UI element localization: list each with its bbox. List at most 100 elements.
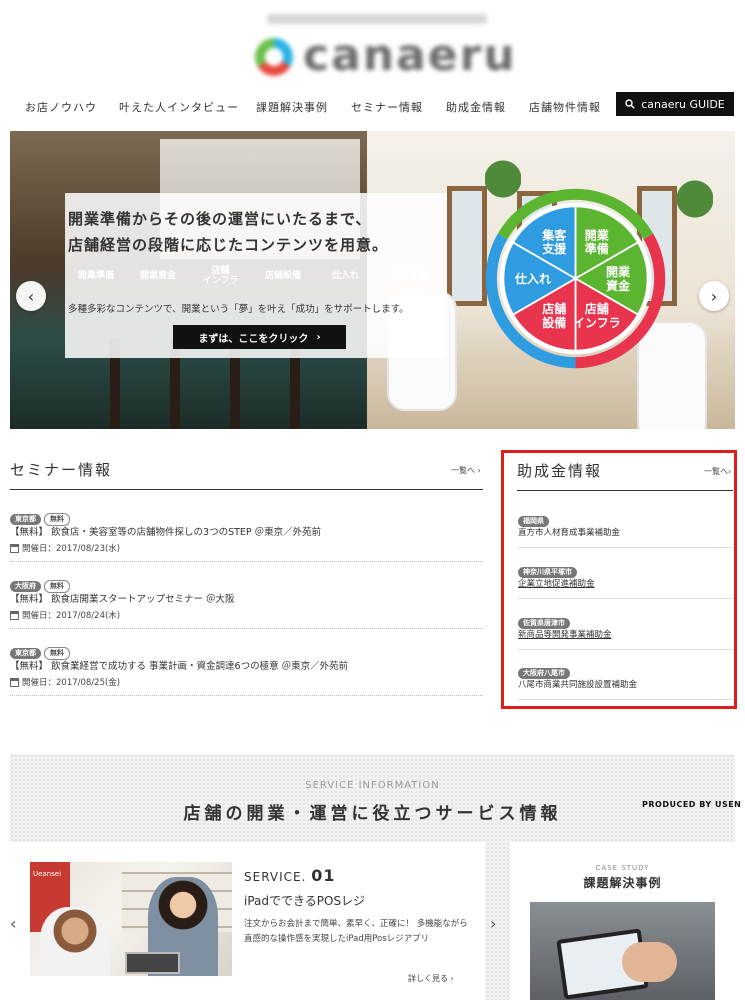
service-number: 01 [311,866,336,885]
seminar-item[interactable]: 東京都 無料 【無料】 飲食業経営で成功する 事業計画・資金調達6つの極意 ＠東京… [10,640,483,688]
chevron-right-icon: › [316,331,321,343]
calendar-icon [10,677,19,687]
service-section: SERVICE INFORMATION 店舗の開業・運営に役立つサービス情報 P… [10,754,741,1000]
service-title: iPadでできるPOSレジ [244,894,366,908]
seminar-more-label: 一覧へ [451,466,475,475]
chevron-right-icon: › [477,466,481,475]
grant-separator [518,649,732,650]
hero-carousel: 開業準備からその後の運営にいたるまで、 店舗経営の段階に応じたコンテンツを用意。… [10,131,735,429]
service-next-button[interactable]: › [490,914,496,933]
seminar-item[interactable]: 大阪府 無料 【無料】 飲食店開業スタートアップセミナー ＠大阪 開催日：2017… [10,573,483,621]
nav-item-property[interactable]: 店舗物件情報 [529,99,601,115]
grant-item[interactable]: 福岡県 直方市人材育成事業補助金 [518,508,732,538]
seminar-date-text: 開催日：2017/08/25(金) [22,678,121,688]
hero-headline-2: 店舗経営の段階に応じたコンテンツを用意。 [68,236,389,254]
logo-tagline [267,14,487,24]
global-nav: お店ノウハウ 叶えた人インタビュー 課題解決事例 セミナー情報 助成金情報 店舗… [0,92,745,120]
seminar-section-title: セミナー情報 [10,461,113,479]
seminar-date-text: 開催日：2017/08/24(木) [22,611,121,621]
service-photo: Ueansei [30,862,232,976]
grant-item[interactable]: 佐賀県唐津市 新商品等開発事業補助金 [518,610,732,640]
grant-section-title: 助成金情報 [517,462,603,480]
seminar-divider [10,489,483,490]
seminar-item-date: 開催日：2017/08/23(水) [10,542,120,554]
hero-cta-label: まずは、ここをクリック [198,333,309,345]
produced-by: PRODUCED BY USEN [642,800,742,809]
service-details-link[interactable]: 詳しく見る › [408,973,454,984]
grant-item-name[interactable]: 八尾市商業共同施設設置補助金 [518,678,637,690]
seminar-item-date: 開催日：2017/08/24(木) [10,609,120,621]
chevron-right-icon: › [490,914,497,933]
chevron-left-icon: ‹ [10,914,17,933]
wheel-slice-label: 開業資金 [606,264,631,293]
logo-mark-icon [255,38,293,76]
grant-more-label: 一覧へ [704,467,728,476]
case-study-title: 課題解決事例 [583,876,662,890]
carousel-prev-button[interactable]: ‹ [16,281,46,311]
grant-item-name[interactable]: 企業立地促進補助金 [518,577,595,589]
service-description: 注文からお会計まで簡単、素早く、正確に！ 多機能ながら直感的な操作感を実現したi… [244,919,468,944]
grant-separator [518,598,732,599]
grant-separator [518,547,732,548]
guide-button[interactable]: canaeru GUIDE [616,92,734,116]
chevron-right-icon: › [728,467,732,476]
chevron-right-icon: › [710,286,718,306]
wheel-slice-label: 集客支援 [541,227,567,256]
hero-description: 多種多彩なコンテンツで、開業という「夢」を叶え「成功」をサポートします。 [68,304,409,315]
service-kicker: SERVICE. 01 [244,866,336,885]
grant-item-name[interactable]: 直方市人材育成事業補助金 [518,526,620,538]
service-prev-button[interactable]: ‹ [10,914,16,933]
chevron-left-icon: ‹ [27,286,35,306]
service-eyebrow: SERVICE INFORMATION [305,780,440,791]
grant-more-link[interactable]: 一覧へ› [704,466,731,477]
grant-section: 助成金情報 一覧へ› 福岡県 直方市人材育成事業補助金 神奈川県平塚市 企業立地… [501,450,737,709]
seminar-date-text: 開催日：2017/08/23(水) [22,544,121,554]
calendar-icon [10,543,19,553]
hero-cta-button[interactable]: まずは、ここをクリック › [173,325,346,349]
guide-button-label: canaeru GUIDE [641,97,725,111]
seminar-separator [10,628,483,629]
seminar-item-title[interactable]: 【無料】 飲食業経営で成功する 事業計画・資金調達6つの極意 ＠東京／外苑前 [10,658,348,672]
chip-store-infra: 店舗 インフラ [202,266,239,286]
calendar-icon [10,610,19,620]
chevron-right-icon: › [450,974,454,983]
seminar-item-title[interactable]: 【無料】 飲食店開業スタートアップセミナー ＠大阪 [10,591,235,605]
search-icon [625,99,636,109]
nav-item-case-study[interactable]: 課題解決事例 [256,99,328,115]
wheel-slice-label: 開業準備 [585,227,610,256]
seminar-separator [10,561,483,562]
case-study-eyebrow: CASE STUDY [595,864,650,872]
grant-separator [518,699,732,700]
chip-store-equipment: 店舗設備 [264,271,301,281]
service-kicker-label: SERVICE. [244,870,307,884]
site-logo[interactable]: canaeru [255,14,515,80]
wheel-slice-label: 仕入れ [514,271,551,286]
case-study-photo [530,902,715,1000]
nav-item-grant[interactable]: 助成金情報 [446,99,506,115]
carousel-next-button[interactable]: › [699,281,729,311]
grant-item[interactable]: 大阪府八尾市 八尾市商業共同施設設置補助金 [518,660,732,690]
chip-opening-funds: 開業資金 [139,271,176,281]
grant-divider [517,490,733,491]
wheel-slice-label: 店舗設備 [542,301,566,330]
service-details-label: 詳しく見る [408,974,448,983]
seminar-separator [10,695,483,696]
nav-item-interview[interactable]: 叶えた人インタビュー [119,99,239,115]
seminar-item[interactable]: 東京都 無料 【無料】 飲食店・美容室等の店舗物件探しの3つのSTEP ＠東京／外… [10,506,483,554]
chip-opening-prep: 開業準備 [77,271,114,281]
service-heading: 店舗の開業・運営に役立つサービス情報 [183,804,562,824]
logo-wordmark: canaeru [303,30,517,81]
grant-item-name[interactable]: 新商品等開発事業補助金 [518,628,612,640]
nav-item-seminar[interactable]: セミナー情報 [351,99,423,115]
chip-purchasing: 仕入れ [331,271,359,281]
hero-content-panel: 開業準備からその後の運営にいたるまで、 店舗経営の段階に応じたコンテンツを用意。… [65,193,447,358]
stage-wheel: 開業準備開業資金店舗インフラ店舗設備仕入れ集客支援 [485,188,666,369]
nav-item-know-how[interactable]: お店ノウハウ [25,99,97,115]
seminar-more-link[interactable]: 一覧へ › [451,465,481,476]
grant-item[interactable]: 神奈川県平塚市 企業立地促進補助金 [518,559,732,589]
service-card[interactable]: Ueansei SERVICE. 01 iPadでできるPOSレジ 注文からお会… [10,842,485,1000]
seminar-item-title[interactable]: 【無料】 飲食店・美容室等の店舗物件探しの3つのSTEP ＠東京／外苑前 [10,524,321,538]
hero-headline-1: 開業準備からその後の運営にいたるまで、 [68,210,372,228]
case-study-card[interactable]: CASE STUDY 課題解決事例 [510,842,735,1000]
seminar-item-date: 開催日：2017/08/25(金) [10,676,120,688]
